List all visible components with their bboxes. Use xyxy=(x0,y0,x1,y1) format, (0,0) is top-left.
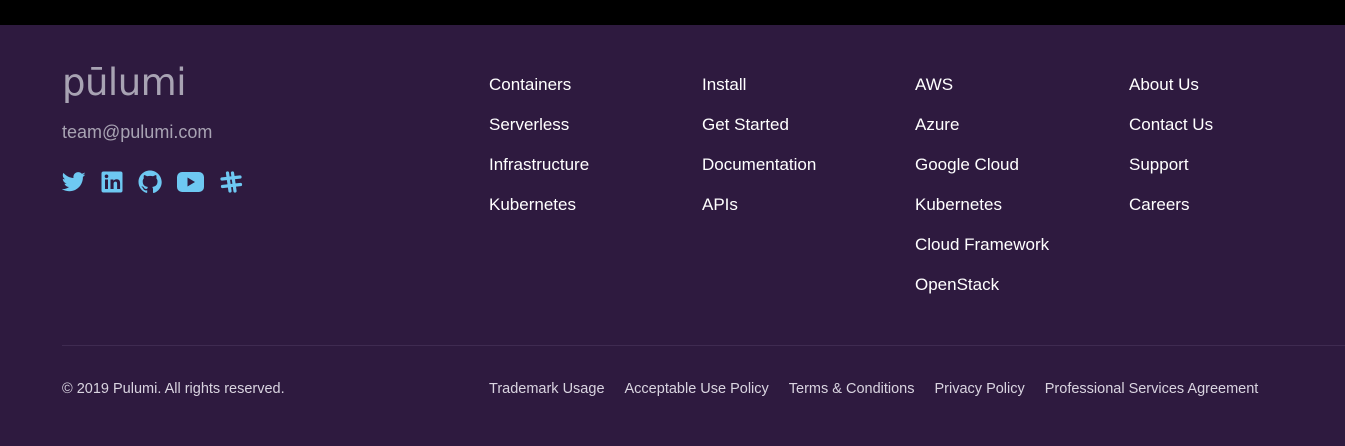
legal-link-acceptable-use-policy[interactable]: Acceptable Use Policy xyxy=(625,381,769,397)
footer-link-openstack[interactable]: OpenStack xyxy=(915,274,999,296)
footer-link-infrastructure[interactable]: Infrastructure xyxy=(489,154,589,176)
footer-link-azure[interactable]: Azure xyxy=(915,114,959,136)
slack-icon[interactable] xyxy=(219,170,243,194)
footer-link-contact-us[interactable]: Contact Us xyxy=(1129,114,1213,136)
footer-column-docs: Install Get Started Documentation APIs xyxy=(702,74,816,234)
footer-link-cloud-framework[interactable]: Cloud Framework xyxy=(915,234,1049,256)
footer-link-containers[interactable]: Containers xyxy=(489,74,571,96)
legal-link-privacy-policy[interactable]: Privacy Policy xyxy=(935,381,1025,397)
footer-link-google-cloud[interactable]: Google Cloud xyxy=(915,154,1019,176)
linkedin-icon[interactable] xyxy=(101,171,123,193)
footer-link-aws[interactable]: AWS xyxy=(915,74,953,96)
legal-link-professional-services-agreement[interactable]: Professional Services Agreement xyxy=(1045,381,1259,397)
legal-links: Trademark Usage Acceptable Use Policy Te… xyxy=(489,381,1278,397)
footer-column-company: About Us Contact Us Support Careers xyxy=(1129,74,1213,234)
twitter-icon[interactable] xyxy=(62,172,86,192)
email-link[interactable]: team@pulumi.com xyxy=(62,122,212,143)
footer-link-kubernetes[interactable]: Kubernetes xyxy=(489,194,576,216)
footer-link-documentation[interactable]: Documentation xyxy=(702,154,816,176)
footer-link-apis[interactable]: APIs xyxy=(702,194,738,216)
footer-link-kubernetes-cloud[interactable]: Kubernetes xyxy=(915,194,1002,216)
footer-link-serverless[interactable]: Serverless xyxy=(489,114,569,136)
footer-brand: pūlumi team@pulumi.com xyxy=(62,63,243,194)
footer-link-careers[interactable]: Careers xyxy=(1129,194,1189,216)
footer-divider xyxy=(62,345,1345,346)
footer-column-clouds: AWS Azure Google Cloud Kubernetes Cloud … xyxy=(915,74,1049,314)
footer-column-products: Containers Serverless Infrastructure Kub… xyxy=(489,74,589,234)
footer-link-about-us[interactable]: About Us xyxy=(1129,74,1199,96)
github-icon[interactable] xyxy=(138,170,162,194)
footer-link-support[interactable]: Support xyxy=(1129,154,1189,176)
site-footer: pūlumi team@pulumi.com Containers Server… xyxy=(0,25,1345,446)
top-bar xyxy=(0,0,1345,25)
pulumi-logo[interactable]: pūlumi xyxy=(62,63,187,103)
copyright-text: © 2019 Pulumi. All rights reserved. xyxy=(62,381,285,397)
social-links xyxy=(62,170,258,194)
legal-link-terms-conditions[interactable]: Terms & Conditions xyxy=(789,381,915,397)
footer-link-install[interactable]: Install xyxy=(702,74,746,96)
youtube-icon[interactable] xyxy=(177,172,204,192)
legal-link-trademark-usage[interactable]: Trademark Usage xyxy=(489,381,605,397)
footer-link-get-started[interactable]: Get Started xyxy=(702,114,789,136)
